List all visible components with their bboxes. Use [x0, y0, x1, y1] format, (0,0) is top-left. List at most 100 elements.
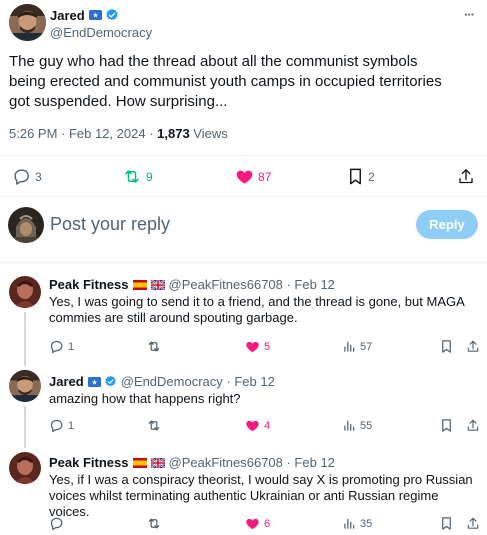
author-name[interactable]: Jared [50, 8, 85, 23]
like-button[interactable]: 5 [245, 339, 270, 354]
views-chart-icon [344, 341, 355, 352]
reply3-author-row: Peak Fitness @PeakFitnes66708 · Feb 12 [49, 455, 335, 470]
heart-filled-icon [246, 518, 259, 530]
bookmark-button[interactable] [440, 418, 453, 433]
jared-avatar-image [9, 370, 41, 402]
like-count: 6 [264, 517, 271, 530]
share-button[interactable] [466, 339, 480, 354]
reply-handle-date[interactable]: @PeakFitnes66708 · Feb 12 [169, 277, 335, 292]
author-name[interactable]: Peak Fitness [49, 455, 129, 470]
thread-connector-line [24, 312, 26, 366]
verified-badge-icon [105, 375, 116, 387]
main-handle[interactable]: @EndDemocracy [50, 25, 152, 40]
main-tweet-text: The guy who had the thread about all the… [9, 53, 442, 110]
like-button[interactable]: 6 [245, 516, 270, 531]
reply-icon [50, 419, 63, 433]
views-count: 57 [360, 340, 373, 353]
share-button[interactable] [466, 418, 480, 433]
repost-button[interactable]: 9 [122, 167, 153, 186]
divider [0, 196, 487, 197]
views-count: 35 [360, 517, 373, 530]
verified-badge-icon [106, 8, 118, 21]
current-user-avatar[interactable] [8, 207, 44, 243]
reply-count: 3 [35, 169, 42, 184]
reply-icon [50, 340, 63, 354]
reply-icon [14, 169, 29, 185]
bookmark-icon [442, 340, 451, 353]
like-count: 4 [264, 419, 271, 432]
repost-button[interactable] [146, 418, 162, 433]
repost-button[interactable] [146, 339, 162, 354]
reply-count: 1 [68, 340, 75, 353]
repost-icon [125, 170, 139, 183]
reply-submit-button[interactable]: Reply [416, 210, 478, 239]
reply-button[interactable]: 1 [49, 339, 74, 354]
share-button[interactable] [457, 167, 475, 186]
repost-icon [148, 341, 160, 352]
reply-handle-date[interactable]: @EndDemocracy · Feb 12 [121, 374, 275, 389]
like-count: 87 [258, 169, 272, 184]
bookmark-button[interactable]: 2 [347, 167, 375, 186]
jared-avatar-image [9, 4, 46, 41]
main-author-row: Jared [50, 7, 119, 23]
uk-flag-icon [150, 279, 165, 290]
share-icon [467, 340, 479, 352]
more-options-button[interactable]: ··· [464, 7, 475, 22]
tweet-meta: 5:26 PM · Feb 12, 2024 · 1,873 Views [9, 126, 228, 141]
reply-button[interactable] [49, 516, 64, 531]
heart-filled-icon [246, 420, 259, 432]
reply1-text: Yes, I was going to send it to a friend,… [49, 294, 479, 326]
views-button[interactable]: 57 [342, 339, 372, 354]
peak-fitness-avatar-image [9, 276, 41, 308]
jared-avatar[interactable] [9, 370, 41, 402]
peak-fitness-avatar[interactable] [9, 452, 41, 484]
reply-composer-input[interactable]: Post your reply [50, 214, 170, 235]
reply-button[interactable]: 1 [49, 418, 74, 433]
bookmark-icon [442, 517, 451, 530]
reply-text-line: Yes, if I was a conspiracy theorist, I w… [49, 472, 473, 487]
divider [0, 262, 487, 263]
bookmark-count: 2 [368, 169, 375, 184]
heart-filled-icon [236, 170, 253, 184]
reply1-author-row: Peak Fitness @PeakFitnes66708 · Feb 12 [49, 277, 335, 292]
jared-avatar[interactable] [9, 4, 46, 41]
reply-icon [50, 517, 63, 531]
reply2-author-row: Jared @EndDemocracy · Feb 12 [49, 374, 275, 389]
views-chart-icon [344, 420, 355, 431]
peak-fitness-avatar-image [9, 452, 41, 484]
bookmark-button[interactable] [440, 516, 453, 531]
reply-text-line: amazing how that happens right? [49, 391, 241, 406]
reply-handle-date[interactable]: @PeakFitnes66708 · Feb 12 [169, 455, 335, 470]
author-name[interactable]: Peak Fitness [49, 277, 129, 292]
reply-button[interactable]: 3 [12, 167, 42, 186]
current-user-avatar-image [8, 207, 44, 243]
repost-icon [148, 518, 160, 529]
reply-text-line: Yes, I was going to send it to a friend,… [49, 294, 465, 309]
flag-icon [88, 10, 102, 20]
views-count: 1,873 [157, 126, 190, 141]
bookmark-icon [442, 419, 451, 432]
spain-flag-icon [132, 279, 147, 290]
views-count: 55 [360, 419, 373, 432]
share-icon [467, 517, 479, 529]
bookmark-button[interactable] [440, 339, 453, 354]
like-button[interactable]: 87 [235, 167, 271, 186]
thread-connector-line [24, 406, 26, 448]
share-icon [467, 419, 479, 431]
tweet-timestamp[interactable]: 5:26 PM · Feb 12, 2024 · [9, 126, 157, 141]
like-button[interactable]: 4 [245, 418, 270, 433]
views-button[interactable]: 35 [342, 516, 372, 531]
heart-filled-icon [246, 341, 259, 353]
views-button[interactable]: 55 [342, 418, 372, 433]
peak-fitness-avatar[interactable] [9, 276, 41, 308]
spain-flag-icon [132, 457, 147, 468]
divider [0, 155, 487, 156]
reply-count: 1 [68, 419, 75, 432]
reply2-text: amazing how that happens right? [49, 391, 479, 407]
repost-button[interactable] [146, 516, 162, 531]
views-label: Views [189, 126, 228, 141]
share-button[interactable] [466, 516, 480, 531]
reply-text-line: commies are still around spouting garbag… [49, 310, 298, 325]
share-icon [459, 169, 473, 184]
author-name[interactable]: Jared [49, 374, 84, 389]
